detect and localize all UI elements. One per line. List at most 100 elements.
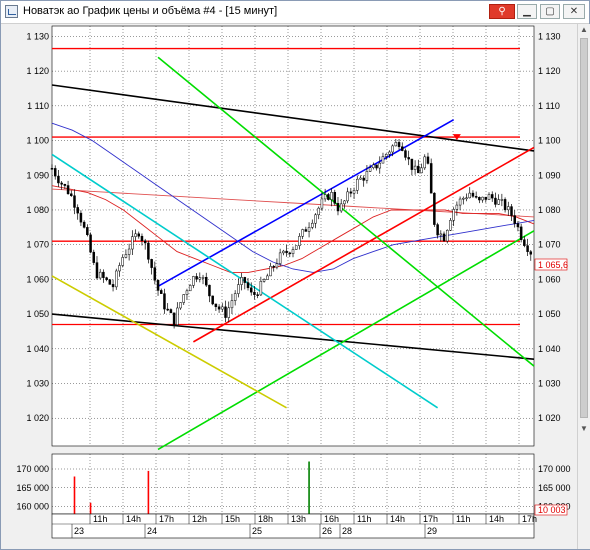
candle-body <box>323 194 327 200</box>
candle-body <box>76 207 79 214</box>
candle-body <box>349 191 353 194</box>
candle-body <box>89 234 92 253</box>
pin-button[interactable]: ⚲ <box>489 4 515 19</box>
candle-body <box>397 142 401 147</box>
candle-body <box>275 263 279 268</box>
candle-body <box>301 229 304 237</box>
day-label: 26 <box>322 526 332 536</box>
candle-body <box>294 245 298 250</box>
title-bar[interactable]: Новатэк ао График цены и объёма #4 - [15… <box>1 1 589 24</box>
candle-body <box>484 196 488 200</box>
candle-body <box>516 223 520 228</box>
chart-app-icon <box>5 5 18 18</box>
candle-body <box>166 308 169 311</box>
candle-body <box>221 306 224 310</box>
candle-body <box>288 252 292 255</box>
candle-body <box>359 177 362 180</box>
volume-panel[interactable] <box>51 453 535 515</box>
hour-label: 18h <box>258 514 273 524</box>
price-volume-chart[interactable]: 1 130 1 120 1 110 1 100 1 090 1 080 1 070 1 060… <box>1 24 579 549</box>
price-tick-label-left: 1 020 <box>26 413 49 423</box>
candle-body <box>79 212 83 223</box>
candle-body <box>330 192 333 200</box>
candle-body <box>214 303 218 308</box>
candle-body <box>102 271 105 278</box>
candle-body <box>131 236 134 250</box>
candle-body <box>285 250 288 254</box>
candle-body <box>143 240 147 244</box>
day-label: 28 <box>342 526 352 536</box>
candle-body <box>468 192 471 199</box>
volume-axis-left: 170 000 165 000 160 000 <box>16 464 49 512</box>
candle-body <box>147 242 150 260</box>
price-tick-label-left: 1 070 <box>26 240 49 250</box>
scroll-up-icon[interactable]: ▲ <box>579 25 589 35</box>
candle-body <box>439 233 443 236</box>
candle-body <box>127 248 131 255</box>
close-button[interactable]: ✕ <box>563 4 585 19</box>
candle-body <box>317 207 320 216</box>
hour-label: 16h <box>324 514 339 524</box>
candle-body <box>333 192 337 204</box>
candle-body <box>304 229 308 232</box>
hour-label: 17h <box>423 514 438 524</box>
chart-window: Новатэк ао График цены и объёма #4 - [15… <box>0 0 590 550</box>
candle-body <box>462 197 465 200</box>
hour-label: 11h <box>357 514 371 524</box>
maximize-button[interactable]: ▢ <box>540 4 560 19</box>
price-tick-label-right: 1 030 <box>538 379 561 389</box>
minimize-icon: ▁ <box>523 6 531 17</box>
day-label: 23 <box>74 526 84 536</box>
candle-body <box>259 281 263 296</box>
vertical-scrollbar[interactable]: ▲ ▼ <box>577 24 590 549</box>
hour-label: 17h <box>522 514 537 524</box>
candle-body <box>458 198 462 206</box>
candle-body <box>307 227 311 232</box>
candle-body <box>519 226 523 241</box>
price-tick-label-right: 1 050 <box>538 309 561 319</box>
candle-body <box>384 153 388 157</box>
hour-label: 14h <box>126 514 141 524</box>
hour-label: 14h <box>489 514 504 524</box>
candle-body <box>455 204 459 210</box>
candle-body <box>474 196 478 198</box>
candle-body <box>378 162 382 169</box>
candle-body <box>53 168 57 177</box>
last-volume-label: 10 003 <box>538 505 566 515</box>
candle-body <box>211 295 214 305</box>
price-panel[interactable] <box>51 25 535 447</box>
candle-body <box>150 259 153 268</box>
candle-body <box>60 182 63 185</box>
candle-body <box>471 192 475 197</box>
candle-body <box>404 150 407 158</box>
hour-label: 17h <box>159 514 174 524</box>
candle-body <box>423 156 426 169</box>
candle-body <box>163 293 166 310</box>
candle-body <box>111 284 115 288</box>
candle-body <box>507 206 510 211</box>
candle-body <box>188 285 192 292</box>
price-tick-label-right: 1 040 <box>538 344 561 354</box>
candle-body <box>278 252 282 264</box>
candle-body <box>204 276 208 286</box>
hour-label: 13h <box>291 514 306 524</box>
candle-body <box>115 270 118 288</box>
candle-body <box>266 275 269 280</box>
scrollbar-thumb[interactable] <box>580 38 588 418</box>
price-tick-label-right: 1 070 <box>538 240 561 250</box>
candle-body <box>63 183 67 186</box>
candle-body <box>381 156 385 164</box>
day-label: 24 <box>147 526 157 536</box>
hour-label: 11h <box>93 514 107 524</box>
price-tick-label-left: 1 080 <box>26 205 49 215</box>
candle-body <box>153 267 157 281</box>
candle-body <box>497 199 500 205</box>
maximize-icon: ▢ <box>545 6 555 17</box>
price-tick-label-right: 1 090 <box>538 170 561 180</box>
candle-body <box>388 151 391 155</box>
hour-label: 14h <box>390 514 405 524</box>
scroll-down-icon[interactable]: ▼ <box>579 424 589 434</box>
candle-body <box>121 257 124 266</box>
hour-label: 15h <box>225 514 240 524</box>
minimize-button[interactable]: ▁ <box>517 4 537 19</box>
